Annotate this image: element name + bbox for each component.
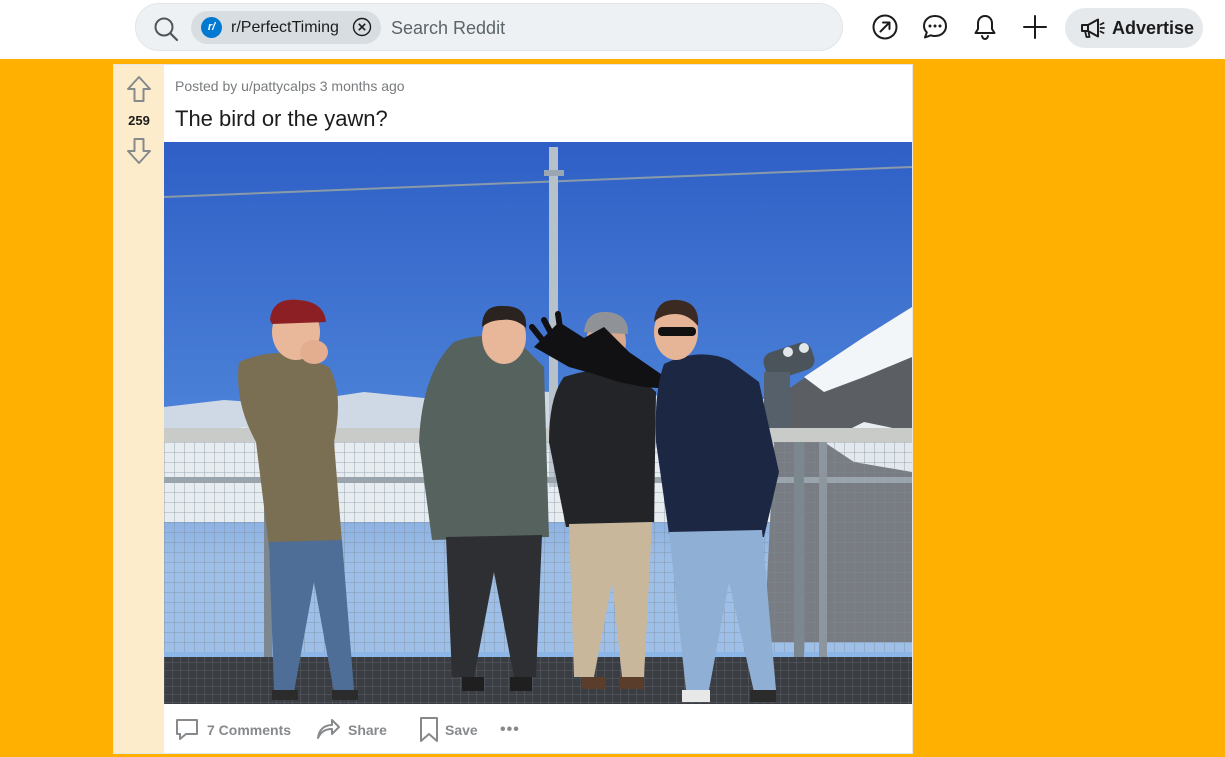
save-button[interactable]: Save — [416, 715, 486, 745]
comments-button[interactable]: 7 Comments — [174, 715, 299, 745]
more-options-button[interactable]: ••• — [500, 717, 530, 747]
popular-arrow-icon[interactable] — [870, 12, 900, 42]
downvote-arrow-icon[interactable] — [126, 137, 152, 165]
post-meta[interactable]: Posted by u/pattycalps 3 months ago — [175, 78, 405, 94]
vote-count: 259 — [128, 113, 150, 128]
comments-label: 7 Comments — [207, 722, 292, 738]
search-bar[interactable]: r/ r/PerfectTiming Search Reddit — [135, 3, 843, 51]
close-circle-icon[interactable] — [352, 17, 372, 37]
subreddit-avatar-icon: r/ — [201, 17, 222, 38]
advertise-label: Advertise — [1112, 18, 1195, 38]
megaphone-icon — [1081, 18, 1105, 38]
post-actions-bar: 7 Comments Share Save ••• — [174, 715, 774, 745]
share-button[interactable]: Share — [315, 715, 395, 745]
post-title[interactable]: The bird or the yawn? — [175, 106, 388, 132]
plus-icon[interactable] — [1020, 12, 1050, 42]
advertise-button[interactable]: Advertise — [1065, 8, 1203, 48]
search-placeholder[interactable]: Search Reddit — [391, 18, 505, 39]
vote-rail: 259 — [114, 65, 164, 753]
chat-bubble-icon[interactable] — [920, 12, 950, 42]
subreddit-chip-label: r/PerfectTiming — [231, 19, 339, 36]
post-card[interactable]: 259 Posted by u/pattycalps 3 months ago … — [113, 64, 913, 754]
search-icon — [154, 17, 179, 42]
comment-icon — [176, 719, 198, 740]
top-header: r/ r/PerfectTiming Search Reddit Adverti… — [0, 0, 1225, 59]
save-label: Save — [445, 722, 478, 738]
upvote-arrow-icon[interactable] — [126, 75, 152, 103]
share-arrow-icon — [317, 719, 340, 739]
bell-icon[interactable] — [970, 12, 1000, 42]
more-options-icon: ••• — [500, 721, 520, 738]
bookmark-icon — [420, 717, 438, 742]
subreddit-filter-chip[interactable]: r/ r/PerfectTiming — [191, 11, 381, 44]
post-image[interactable] — [164, 142, 912, 704]
share-label: Share — [348, 722, 387, 738]
